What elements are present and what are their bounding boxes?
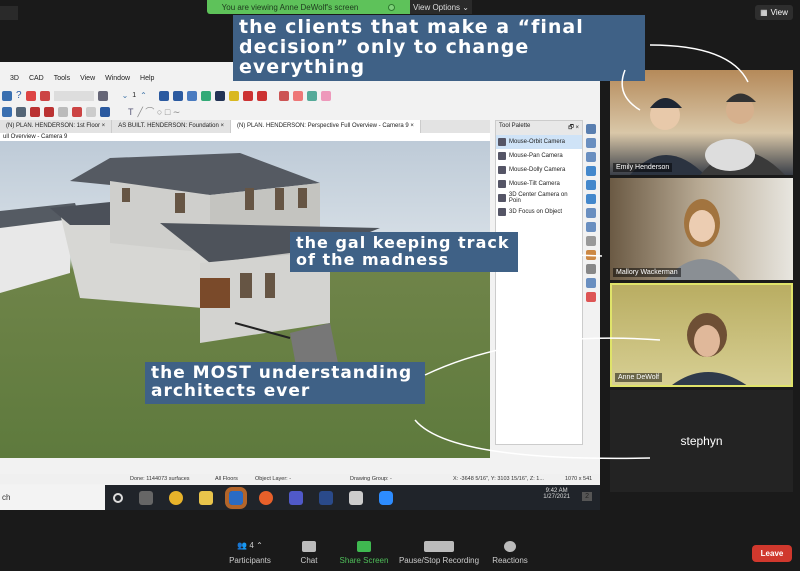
arrow-2 — [621, 69, 641, 111]
chat-button[interactable]: Chat — [296, 541, 322, 565]
recording-button[interactable]: Pause/Stop Recording — [398, 541, 480, 565]
chat-label: Chat — [300, 556, 318, 565]
share-screen-icon — [357, 541, 371, 552]
reactions-icon — [504, 541, 516, 552]
arrow-1 — [649, 44, 749, 83]
recording-label: Pause/Stop Recording — [398, 556, 480, 565]
arrow-3 — [519, 252, 603, 257]
participants-icon: 👥 4 ⌃ — [237, 541, 263, 550]
reactions-button[interactable]: Reactions — [490, 541, 530, 565]
pause-stop-icon — [424, 541, 454, 552]
participant-count: 4 — [249, 541, 254, 550]
arrow-4 — [424, 337, 661, 376]
annotation-arrows — [414, 44, 749, 460]
participants-button[interactable]: 👥 4 ⌃ Participants — [228, 541, 272, 565]
arrow-5 — [414, 419, 651, 460]
chat-icon — [302, 541, 316, 552]
share-screen-label: Share Screen — [339, 556, 389, 565]
share-screen-button[interactable]: Share Screen — [338, 541, 390, 565]
participants-label: Participants — [229, 556, 271, 565]
zoom-toolbar: 👥 4 ⌃ Participants Chat Share Screen Paus… — [0, 537, 800, 571]
reactions-label: Reactions — [492, 556, 528, 565]
leave-button[interactable]: Leave — [752, 545, 792, 562]
